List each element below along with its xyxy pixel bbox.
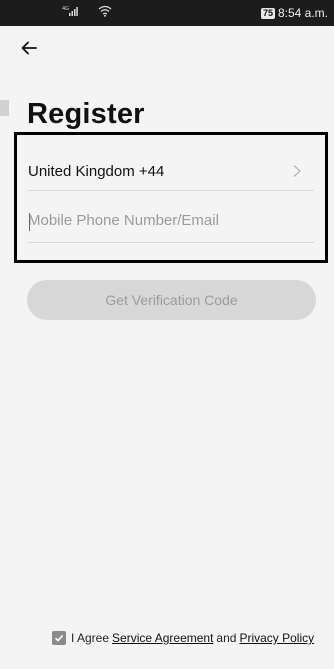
service-agreement-link[interactable]: Service Agreement [112,631,213,645]
back-button[interactable] [16,34,46,64]
phone-email-input[interactable] [28,199,314,243]
page-title: Register [27,98,145,130]
status-bar: 4G 75 8:54 a.m. [0,0,334,26]
agreement-row: I Agree Service Agreement and Privacy Po… [52,631,314,645]
country-label: United Kingdom +44 [28,163,165,180]
get-verification-code-button[interactable]: Get Verification Code [27,280,316,320]
agree-conjunction: and [216,631,237,645]
country-selector[interactable]: United Kingdom +44 [28,151,314,191]
edge-tab [0,100,9,116]
register-screen: Register United Kingdom +44 Get Verifica… [0,26,334,669]
registration-form: United Kingdom +44 [14,132,328,263]
chevron-right-icon [293,165,301,177]
text-cursor [29,213,30,231]
privacy-policy-link[interactable]: Privacy Policy [239,631,314,645]
agree-checkbox[interactable] [52,631,66,645]
checkmark-icon [54,634,64,642]
signal-icon: 4G [62,5,78,20]
svg-text:4G: 4G [62,6,69,12]
wifi-icon [98,5,112,20]
battery-icon: 75 [260,7,275,19]
status-time: 8:54 a.m. [277,6,328,20]
system-nav-bar [0,657,334,669]
agree-prefix: I Agree [71,631,110,645]
arrow-left-icon [21,41,37,55]
